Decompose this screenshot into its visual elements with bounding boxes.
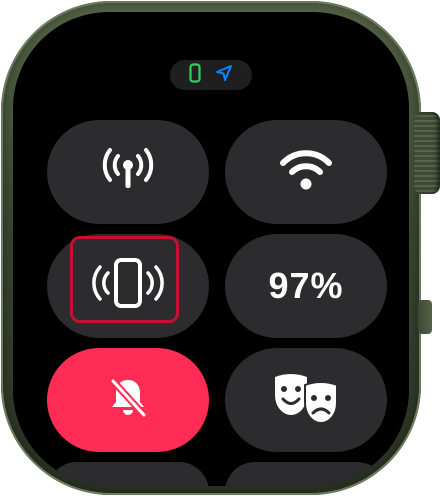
silent-mode-toggle[interactable] bbox=[47, 348, 209, 452]
watch-device: 97% bbox=[0, 0, 440, 498]
cellular-toggle[interactable] bbox=[47, 120, 209, 224]
wifi-toggle[interactable] bbox=[225, 120, 387, 224]
status-indicators bbox=[170, 60, 252, 90]
wifi-icon bbox=[279, 149, 333, 196]
side-button[interactable] bbox=[418, 300, 432, 334]
location-arrow-icon bbox=[215, 64, 233, 87]
ping-iphone-icon bbox=[89, 257, 167, 316]
theater-masks-icon bbox=[271, 371, 341, 430]
ping-iphone-button[interactable] bbox=[47, 234, 209, 338]
partial-tile-left[interactable] bbox=[47, 462, 209, 486]
phone-connected-icon bbox=[189, 62, 201, 88]
bell-slash-icon bbox=[104, 374, 152, 427]
partial-tile-right[interactable] bbox=[225, 462, 387, 486]
digital-crown[interactable] bbox=[414, 112, 440, 194]
theater-mode-toggle[interactable] bbox=[225, 348, 387, 452]
control-center-screen: 97% bbox=[13, 12, 409, 486]
battery-button[interactable]: 97% bbox=[225, 234, 387, 338]
battery-percentage: 97% bbox=[268, 265, 344, 306]
cellular-antenna-icon bbox=[99, 147, 157, 197]
